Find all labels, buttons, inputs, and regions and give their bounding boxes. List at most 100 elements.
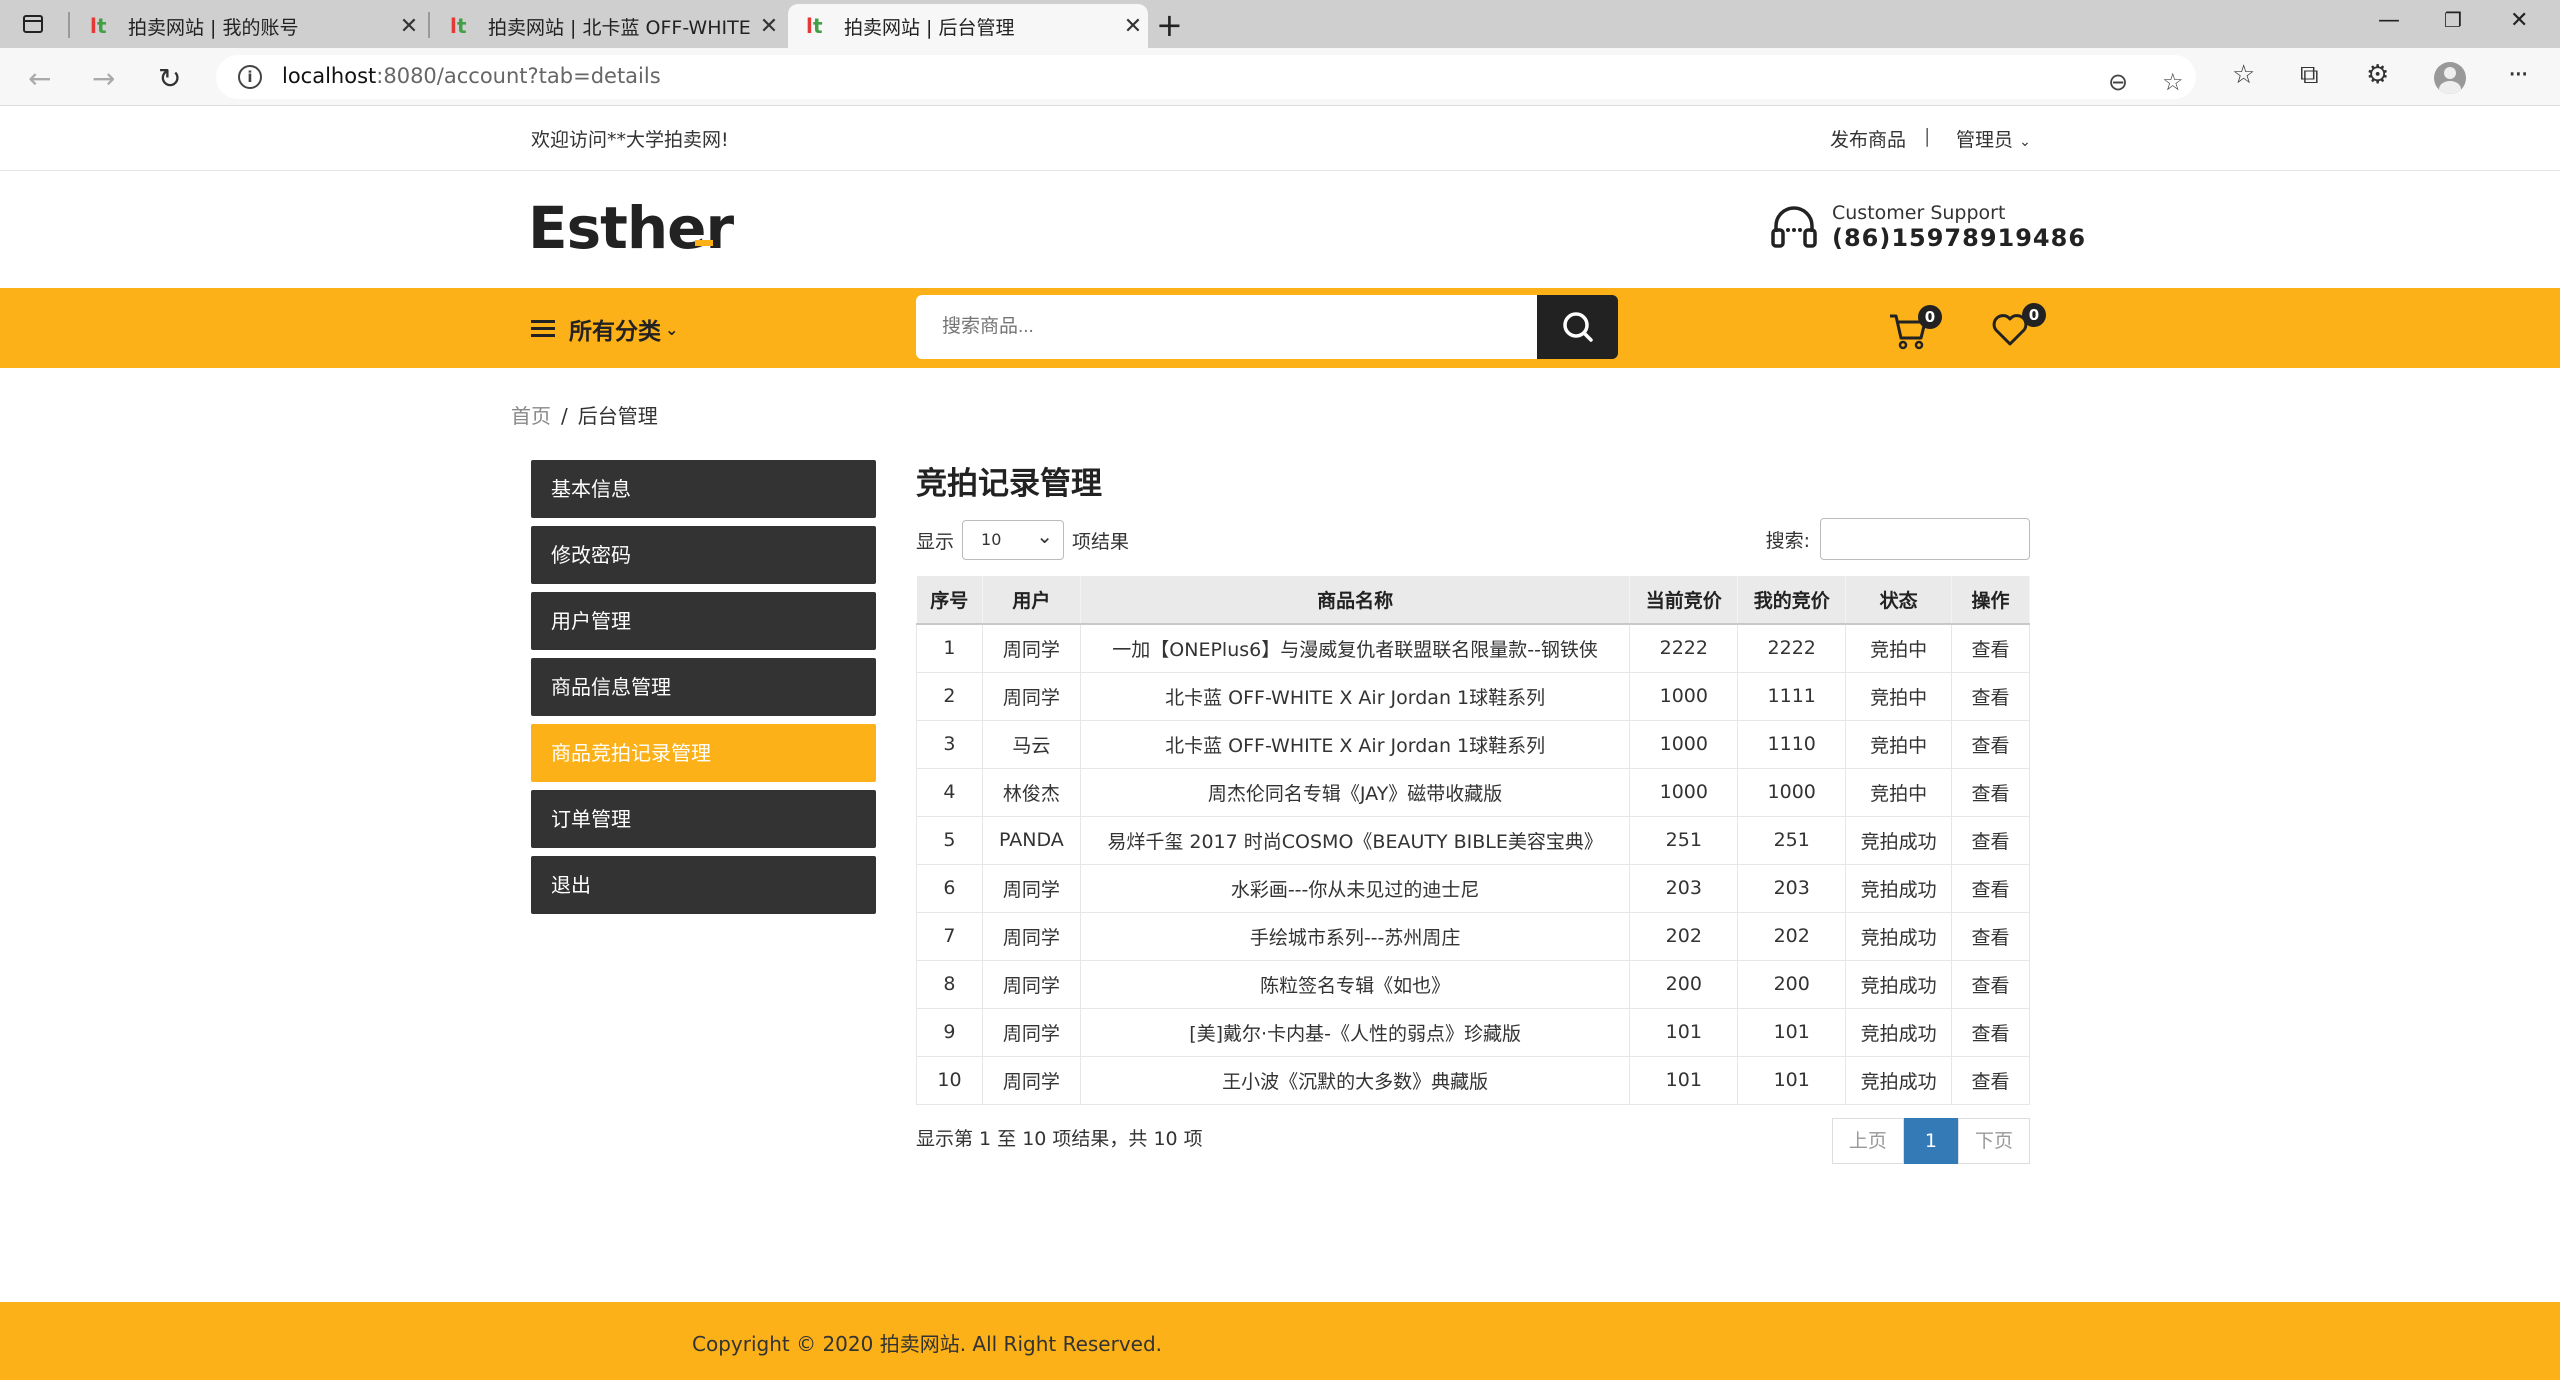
sidebar-item-order-management[interactable]: 订单管理 [531, 790, 876, 848]
tab-title: 拍卖网站 | 后台管理 [844, 16, 1015, 39]
prev-page-button[interactable]: 上页 [1831, 1118, 1904, 1164]
column-header[interactable]: 我的竞价 [1737, 576, 1847, 625]
search-input[interactable] [916, 295, 1538, 359]
close-tab-icon[interactable]: ✕ [394, 14, 424, 39]
cell-user-link[interactable]: 周同学 [981, 623, 1081, 673]
cell-user-link[interactable]: 周同学 [981, 1055, 1081, 1105]
cell-current-bid: 101 [1629, 1055, 1739, 1105]
extensions-icon[interactable]: ⚙ [2366, 60, 2389, 90]
site-logo[interactable]: Esther [528, 194, 734, 262]
back-icon[interactable]: ← [28, 62, 51, 95]
view-link[interactable]: 查看 [1951, 815, 2030, 865]
cell-product-link[interactable]: 北卡蓝 OFF-WHITE X Air Jordan 1球鞋系列 [1079, 671, 1631, 721]
close-tab-icon[interactable]: ✕ [1118, 14, 1148, 39]
column-header[interactable]: 状态 [1845, 576, 1953, 625]
close-tab-icon[interactable]: ✕ [754, 14, 784, 39]
site-favicon-icon: lt [806, 14, 823, 38]
topbar-divider: | [1924, 125, 1931, 147]
column-header[interactable]: 用户 [982, 576, 1081, 625]
breadcrumb: 首页 / 后台管理 [511, 400, 658, 429]
cell-user-link[interactable]: PANDA [981, 815, 1081, 865]
minimize-icon[interactable]: — [2378, 8, 2400, 33]
view-link[interactable]: 查看 [1951, 1055, 2030, 1105]
cell-user-link[interactable]: 周同学 [981, 671, 1081, 721]
sidebar-item-user-management[interactable]: 用户管理 [531, 592, 876, 650]
cell-product-link[interactable]: 周杰伦同名专辑《JAY》磁带收藏版 [1079, 767, 1631, 817]
publish-link[interactable]: 发布商品 [1830, 125, 1906, 152]
view-link[interactable]: 查看 [1951, 671, 2030, 721]
cell-current-bid: 200 [1629, 959, 1739, 1009]
search-button[interactable] [1537, 295, 1618, 359]
url-text[interactable]: localhost:8080/account?tab=details [282, 64, 661, 88]
add-favorite-icon[interactable]: ☆ [2162, 68, 2184, 96]
browser-tab-product[interactable]: lt 拍卖网站 | 北卡蓝 OFF-WHITE x / ✕ [432, 4, 784, 48]
cell-user-link[interactable]: 林俊杰 [981, 767, 1081, 817]
page-1-button[interactable]: 1 [1903, 1118, 1958, 1164]
cell-user-link[interactable]: 周同学 [981, 863, 1081, 913]
view-link[interactable]: 查看 [1951, 959, 2030, 1009]
sidebar-item-change-password[interactable]: 修改密码 [531, 526, 876, 584]
view-link[interactable]: 查看 [1951, 767, 2030, 817]
cell-index: 3 [916, 719, 983, 769]
cell-my-bid: 200 [1737, 959, 1847, 1009]
cell-product-link[interactable]: 北卡蓝 OFF-WHITE X Air Jordan 1球鞋系列 [1079, 719, 1631, 769]
new-tab-icon[interactable]: + [1156, 6, 1183, 44]
cell-user-link[interactable]: 周同学 [981, 911, 1081, 961]
cell-user-link[interactable]: 周同学 [981, 1007, 1081, 1057]
table-search-input[interactable] [1820, 518, 2030, 560]
page-size-select[interactable]: 10 [962, 517, 1065, 560]
sidebar-item-product-management[interactable]: 商品信息管理 [531, 658, 876, 716]
view-link[interactable]: 查看 [1951, 863, 2030, 913]
cell-product-link[interactable]: 陈粒签名专辑《如也》 [1079, 959, 1631, 1009]
collections-icon[interactable]: ⧉ [2300, 60, 2319, 91]
address-bar[interactable]: i localhost:8080/account?tab=details ⊖ ☆ [216, 55, 2196, 99]
sidebar-item-logout[interactable]: 退出 [531, 856, 876, 914]
sidebar-item-basic-info[interactable]: 基本信息 [531, 460, 876, 518]
site-info-icon[interactable]: i [238, 65, 262, 89]
cell-product-link[interactable]: 一加【ONEPlus6】与漫威复仇者联盟联名限量款--钢铁侠 [1079, 623, 1631, 673]
next-page-button[interactable]: 下页 [1957, 1118, 2030, 1164]
more-menu-icon[interactable]: ··· [2508, 60, 2529, 90]
admin-menu[interactable]: 管理员 ⌄ [1956, 125, 2031, 152]
restore-icon[interactable]: ❐ [2444, 8, 2462, 32]
column-header[interactable]: 操作 [1951, 576, 2030, 625]
cell-current-bid: 202 [1629, 911, 1739, 961]
column-header[interactable]: 序号 [916, 576, 983, 625]
url-path: :8080/account?tab=details [376, 64, 661, 88]
site-favicon-icon: lt [450, 14, 467, 38]
cell-status: 竞拍中 [1845, 767, 1953, 817]
sidebar-item-bid-records[interactable]: 商品竞拍记录管理 [531, 724, 876, 782]
window-close-icon[interactable]: ✕ [2510, 8, 2528, 33]
column-header[interactable]: 商品名称 [1080, 576, 1631, 625]
view-link[interactable]: 查看 [1951, 719, 2030, 769]
profile-avatar[interactable] [2434, 62, 2466, 94]
breadcrumb-home[interactable]: 首页 [511, 404, 551, 428]
cell-product-link[interactable]: [美]戴尔·卡内基-《人性的弱点》珍藏版 [1079, 1007, 1631, 1057]
results-label: 项结果 [1072, 530, 1130, 553]
cell-product-link[interactable]: 易烊千玺 2017 时尚COSMO《BEAUTY BIBLE美容宝典》 [1079, 815, 1631, 865]
tab-actions-icon[interactable] [18, 10, 48, 38]
all-categories-menu[interactable]: 所有分类 ⌄ [531, 312, 678, 346]
column-header[interactable]: 当前竞价 [1629, 576, 1739, 625]
cell-product-link[interactable]: 水彩画---你从未见过的迪士尼 [1079, 863, 1631, 913]
favorites-icon[interactable]: ☆ [2232, 60, 2255, 90]
forward-icon[interactable]: → [92, 62, 115, 95]
cell-user-link[interactable]: 周同学 [981, 959, 1081, 1009]
zoom-icon[interactable]: ⊖ [2108, 68, 2128, 96]
cell-current-bid: 1000 [1629, 719, 1739, 769]
cell-my-bid: 1110 [1737, 719, 1847, 769]
view-link[interactable]: 查看 [1951, 1007, 2030, 1057]
show-label: 显示 [916, 530, 955, 553]
cell-user-link[interactable]: 马云 [981, 719, 1081, 769]
cell-product-link[interactable]: 手绘城市系列---苏州周庄 [1079, 911, 1631, 961]
reload-icon[interactable]: ↻ [158, 62, 181, 95]
chevron-down-icon: ⌄ [665, 319, 679, 339]
cell-product-link[interactable]: 王小波《沉默的大多数》典藏版 [1079, 1055, 1631, 1105]
browser-tab-admin[interactable]: lt 拍卖网站 | 后台管理 ✕ [788, 4, 1148, 48]
table-search-label: 搜索: [1765, 529, 1810, 552]
browser-tab-account[interactable]: lt 拍卖网站 | 我的账号 ✕ [72, 4, 424, 48]
view-link[interactable]: 查看 [1951, 623, 2030, 673]
copyright-text: Copyright © 2020 拍卖网站. All Right Reserve… [692, 1332, 1163, 1356]
cell-status: 竞拍成功 [1845, 1055, 1953, 1105]
view-link[interactable]: 查看 [1951, 911, 2030, 961]
